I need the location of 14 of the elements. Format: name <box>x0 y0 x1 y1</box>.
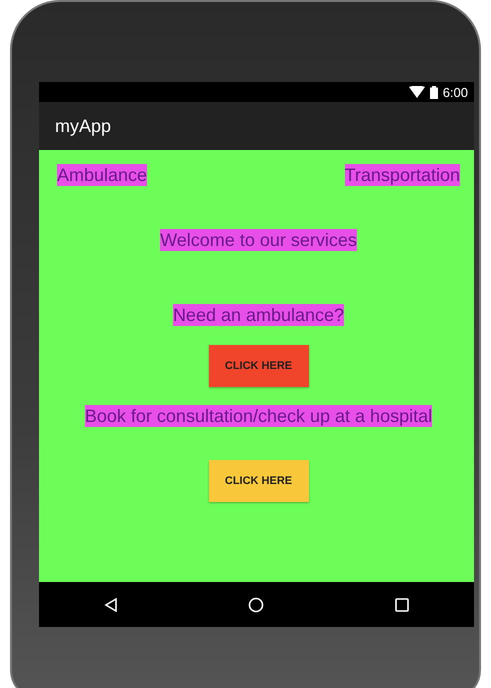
wifi-icon <box>408 86 425 98</box>
section-heading: Book for consultation/check up at a hospital <box>84 405 432 427</box>
click-here-button[interactable]: CLICK HERE <box>208 460 308 502</box>
clock-time: 6:00 <box>442 84 468 100</box>
nav-label[interactable]: Transportation <box>344 164 460 186</box>
app-title: myApp <box>55 116 112 136</box>
back-icon[interactable] <box>104 598 118 612</box>
home-icon[interactable] <box>248 596 264 612</box>
click-here-button[interactable]: CLICK HERE <box>208 345 308 387</box>
section-heading: Need an ambulance? <box>172 304 344 326</box>
welcome-heading: Welcome to our services <box>160 229 357 251</box>
recents-icon[interactable] <box>394 598 409 612</box>
nav-label[interactable]: Ambulance <box>57 164 148 186</box>
battery-icon <box>430 86 438 98</box>
